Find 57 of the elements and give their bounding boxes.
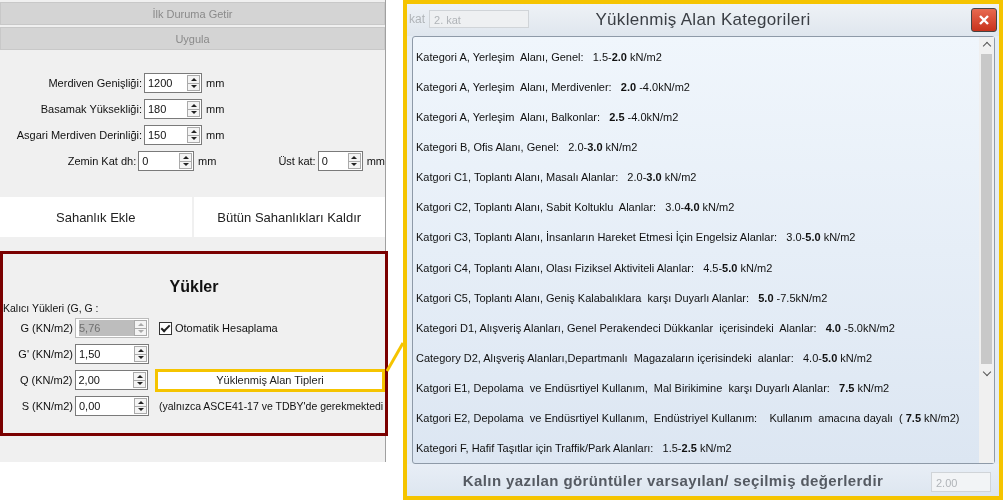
unit-label: mm [206, 77, 225, 89]
list-item[interactable]: Kategori F, Hafif Taşıtlar için Traffik/Park Alanları: 1.5-2.5 kN/m2 [416, 433, 979, 464]
close-icon [978, 14, 990, 26]
footer-note: Kalın yazılan görüntüler varsayılan/ seçilmiş değerlerdir [462, 471, 884, 489]
spin-buttons[interactable] [134, 346, 147, 362]
number-field[interactable]: 150 [144, 125, 202, 145]
number-field[interactable]: 1200 [144, 73, 202, 93]
number-field[interactable]: 2,00 [74, 370, 148, 390]
unit-label: mm [366, 155, 385, 167]
number-field[interactable]: 0 [138, 151, 195, 171]
unit-label: mm [206, 103, 225, 115]
list-item[interactable]: Kategori A, Yerleşim Alanı, Balkonlar: 2.5 -4.0kN/m2 [416, 102, 979, 133]
note-text: (yalnızca ASCE41-17 ve TDBY'de gerekmektedi [159, 400, 384, 412]
list-item[interactable]: Category D2, Alışveriş Alanları,Departmanlı Magazaların içerisindeki alanlar: 4.0-5.0 kN/m2 [416, 342, 979, 373]
number-field[interactable]: 0,00 [75, 396, 149, 416]
toolbar-label: kat [409, 12, 425, 26]
button[interactable]: Bütün Sahanlıkları Kaldır [193, 197, 385, 237]
button[interactable]: Sahanlık Ekle [0, 197, 192, 237]
dialog-title: Yüklenmiş Alan Kategorileri [595, 10, 811, 30]
field-label: Q (KN/m2) [18, 374, 74, 386]
unit-label: mm [198, 155, 217, 167]
scrollbar[interactable] [979, 37, 994, 463]
number-field[interactable]: 1,50 [75, 344, 149, 364]
list-item[interactable]: Kategori A, Yerleşim Alanı, Merdivenler: 2.0 -4.0kN/m2 [416, 72, 979, 103]
field-label: S (KN/m2) [20, 400, 74, 412]
section-title: Yükler [168, 278, 220, 297]
field-label: Merdiven Genişliği: [47, 77, 143, 89]
list-item[interactable]: Katgori C5, Toplantı Alanı, Geniş Kalabalıklara karşı Duyarlı Alanlar: 5.0 -7.5kN/m2 [416, 282, 979, 313]
spin-buttons[interactable] [134, 398, 147, 414]
field-label: Basamak Yüksekliği: [39, 103, 143, 115]
number-field[interactable]: 0 [317, 151, 363, 171]
spin-buttons[interactable] [179, 153, 193, 169]
area-types-button[interactable]: Yüklenmiş Alan Tipleri [155, 368, 385, 392]
list-item[interactable]: Katgori C3, Toplantı Alanı, İnsanların Hareket Etmesi İçin Engelsiz Alanlar: 3.0-5.0 kN/m2 [416, 222, 979, 253]
unit-label: mm [206, 129, 225, 141]
list-item[interactable]: Katgori E1, Depolama ve Endüsrtiyel Kullanım, Mal Birikimine karşı Duyarlı Alanlar: 7.5 kN/m2 [416, 372, 979, 403]
spin-buttons[interactable] [187, 101, 200, 117]
field-label: Asgari Merdiven Derinliği: [15, 129, 143, 141]
spin-buttons[interactable] [133, 372, 146, 388]
close-button[interactable] [971, 8, 997, 32]
list-item[interactable]: Katgori C4, Toplantı Alanı, Olası Fiziksel Aktiviteli Alanlar: 4.5-5.0 kN/m2 [416, 252, 979, 283]
list-item[interactable]: Katgori C2, Toplantı Alanı, Sabit Koltuklu Alanlar: 3.0-4.0 kN/m2 [416, 192, 979, 223]
list-item[interactable]: Katgori C1, Toplantı Alanı, Masalı Alanlar: 2.0-3.0 kN/m2 [416, 162, 979, 193]
field-label: G' (KN/m2) [17, 348, 74, 360]
number-field[interactable]: 180 [144, 99, 202, 119]
spin-buttons[interactable] [187, 75, 200, 91]
checkbox[interactable]: Otomatik Hesaplama [159, 321, 278, 335]
field-label: Üst kat: [278, 155, 316, 167]
field-label: Zemin Kat dh: [66, 155, 138, 167]
spin-buttons[interactable] [187, 127, 200, 143]
field-label: G (KN/m2) [19, 322, 74, 334]
list-item[interactable]: Kategori A, Yerleşim Alanı, Genel: 1.5-2.0 kN/m2 [416, 42, 979, 73]
list-item[interactable]: Kategori B, Ofis Alanı, Genel: 2.0-3.0 kN/m2 [416, 132, 979, 163]
spin-buttons[interactable] [347, 153, 361, 169]
section-label: Kalıcı Yükleri (G, G : [3, 302, 100, 314]
list-item[interactable]: Kategori D1, Alışveriş Alanları, Genel Perakendeci Dükkanlar içerisindeki Alanlar: 4.0 -5.0kN/m2 [416, 312, 979, 343]
list-item[interactable]: Katgori E2, Depolama ve Endüsrtiyel Kullanım, Endüstriyel Kullanım: Kullanım amacına dayalı ( 7.5 kN/m2) [416, 402, 979, 433]
